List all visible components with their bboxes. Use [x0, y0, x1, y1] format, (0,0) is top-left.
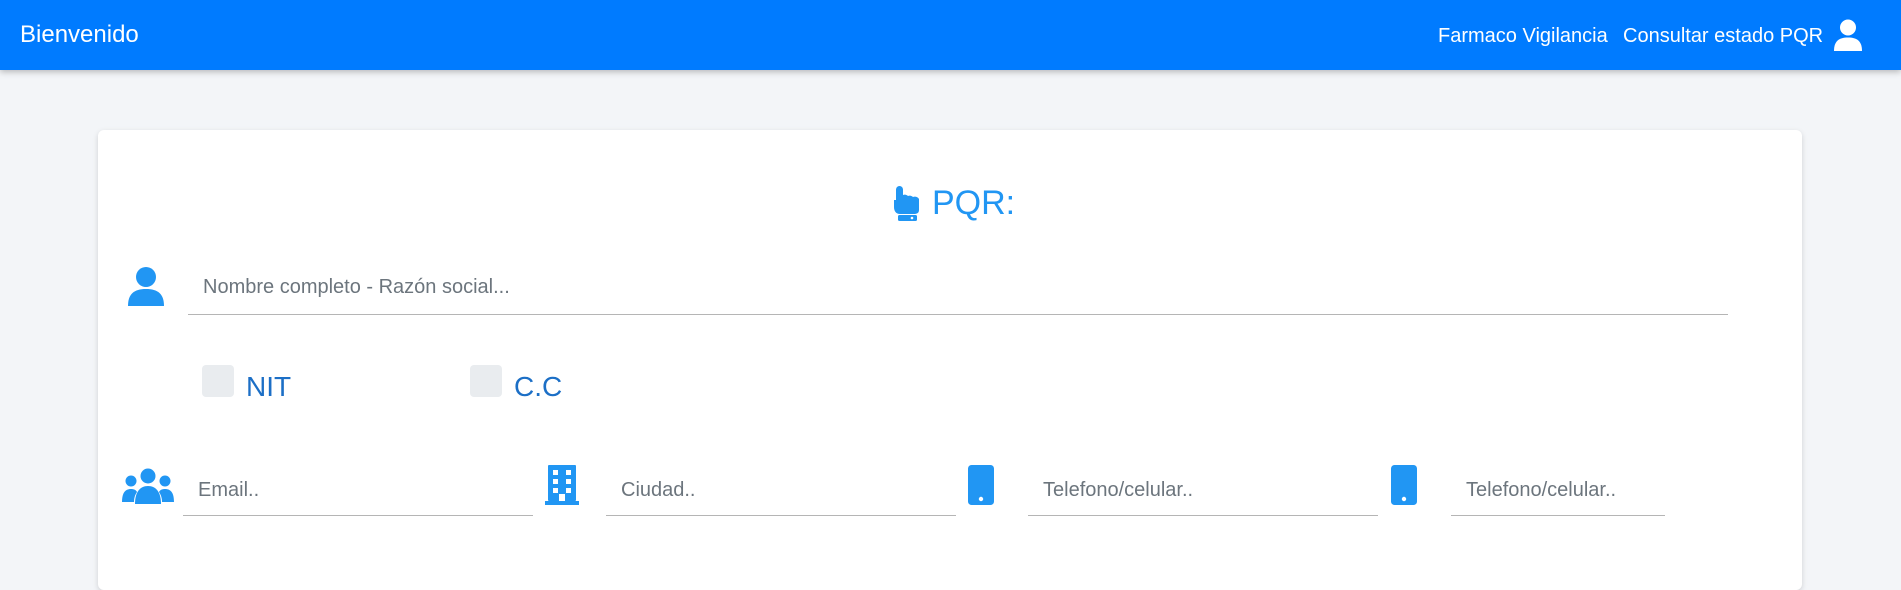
cc-checkbox[interactable]	[470, 365, 502, 397]
pqr-form-card: PQR: NIT C.C	[98, 130, 1802, 590]
form-title: PQR:	[890, 180, 1015, 226]
nit-label: NIT	[246, 371, 292, 402]
building-icon	[545, 465, 579, 505]
form-title-text: PQR:	[932, 183, 1016, 222]
mobile-icon	[968, 465, 994, 505]
email-input[interactable]	[183, 466, 533, 516]
nav-link-consultar-estado-pqr[interactable]: Consultar estado PQR	[1623, 24, 1823, 48]
nav-link-farmaco-vigilancia[interactable]: Farmaco Vigilancia	[1438, 24, 1608, 48]
user-icon[interactable]	[1834, 19, 1862, 51]
top-navbar: Bienvenido Farmaco Vigilancia Consultar …	[0, 0, 1901, 70]
user-icon	[128, 267, 164, 306]
hand-pointer-icon	[894, 186, 919, 221]
nit-checkbox[interactable]	[202, 365, 234, 397]
cc-label: C.C	[514, 371, 563, 402]
navbar-brand[interactable]: Bienvenido	[20, 20, 139, 50]
users-icon	[122, 468, 174, 504]
phone-input-1[interactable]	[1028, 466, 1378, 516]
city-input[interactable]	[606, 466, 956, 516]
full-name-input[interactable]	[188, 260, 1728, 315]
mobile-icon	[1391, 465, 1417, 505]
phone-input-2[interactable]	[1451, 466, 1665, 516]
